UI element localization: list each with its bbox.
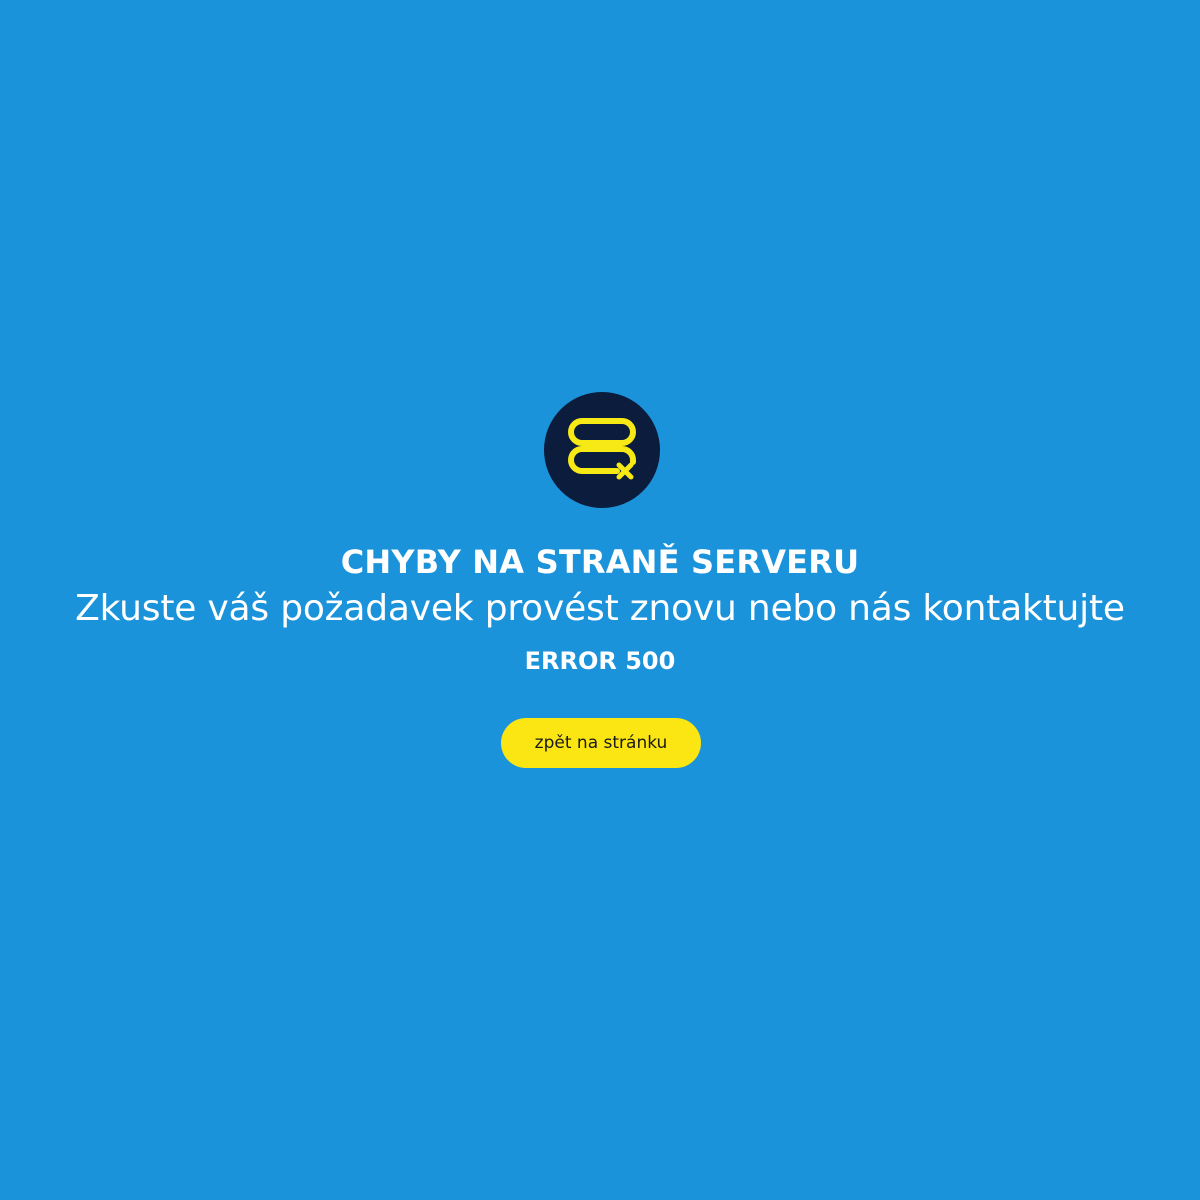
page-title: CHYBY NA STRANĚ SERVERU — [340, 543, 860, 581]
server-error-icon — [544, 392, 660, 508]
error-code: ERROR 500 — [524, 647, 676, 675]
server-stack-icon — [568, 418, 636, 480]
page-subtitle: Zkuste váš požadavek provést znovu nebo … — [75, 588, 1125, 629]
server-unit-top — [568, 418, 636, 446]
error-page: CHYBY NA STRANĚ SERVERU Zkuste váš požad… — [0, 0, 1200, 1200]
back-to-site-button[interactable]: zpět na stránku — [501, 718, 701, 768]
close-icon — [616, 462, 634, 480]
